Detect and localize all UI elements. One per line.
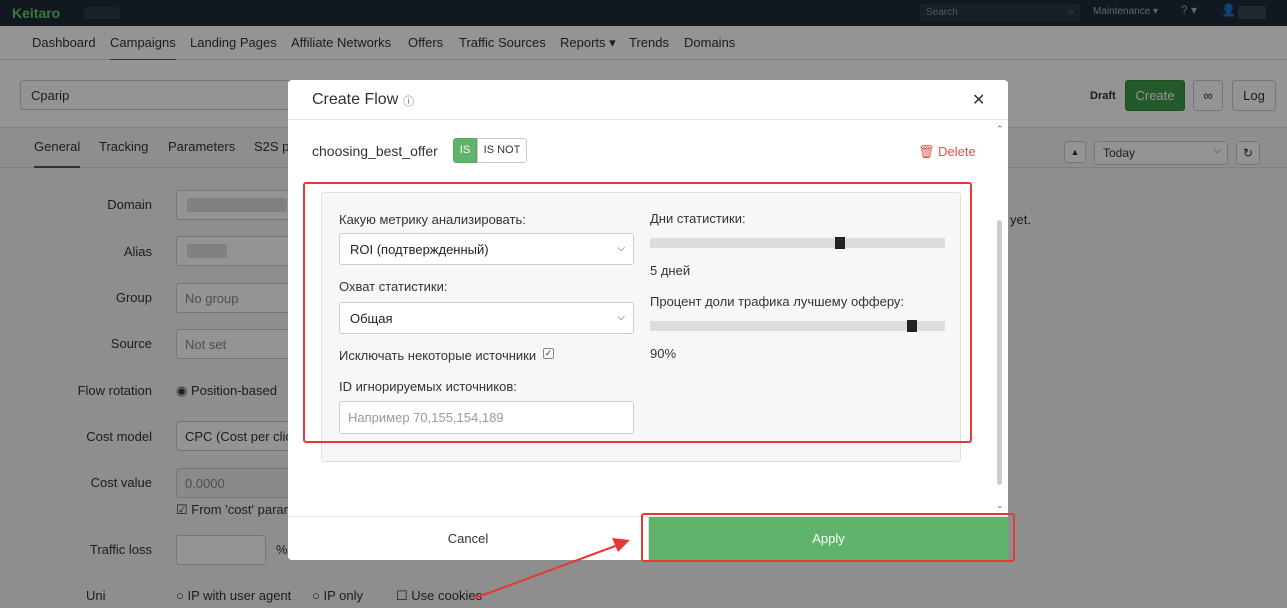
- annotation-arrow: [474, 538, 630, 599]
